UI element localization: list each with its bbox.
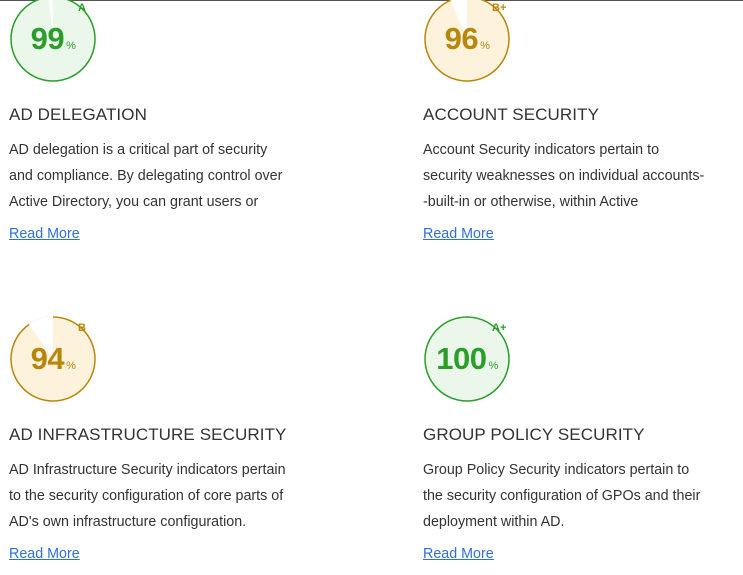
card-title: AD DELEGATION [9,105,147,124]
card-description: Group Policy Security indicators pertain… [423,462,701,530]
score-gauge: B 94% [9,315,97,403]
score-value: 96% [444,21,490,56]
card-title: AD INFRASTRUCTURE SECURITY [9,425,287,444]
grade-badge: B [78,322,86,334]
card-group-policy-security: A+ 100% GROUP POLICY SECURITY Group Poli… [423,315,743,564]
card-title: ACCOUNT SECURITY [423,105,600,124]
grade-badge: A [78,2,86,14]
read-more-link[interactable]: Read More [423,544,494,564]
read-more-link[interactable]: Read More [9,224,80,244]
grade-badge: A+ [492,322,507,334]
score-value: 100% [436,341,498,376]
card-description: AD delegation is a critical part of secu… [9,142,283,210]
card-description: AD Infrastructure Security indicators pe… [9,462,286,530]
card-ad-infrastructure-security: B 94% AD INFRASTRUCTURE SECURITY AD Infr… [9,315,339,564]
score-value: 99% [30,21,76,56]
grade-badge: B+ [492,2,507,14]
card-description: Account Security indicators pertain to s… [423,142,705,210]
score-gauge: B+ 96% [423,0,511,83]
card-title: GROUP POLICY SECURITY [423,425,645,444]
card-ad-delegation: A 99% AD DELEGATION AD delegation is a c… [9,0,339,244]
score-value: 94% [30,341,76,376]
read-more-link[interactable]: Read More [423,224,494,244]
card-account-security: B+ 96% ACCOUNT SECURITY Account Security… [423,0,743,244]
score-gauge: A+ 100% [423,315,511,403]
read-more-link[interactable]: Read More [9,544,80,564]
score-gauge: A 99% [9,0,97,83]
